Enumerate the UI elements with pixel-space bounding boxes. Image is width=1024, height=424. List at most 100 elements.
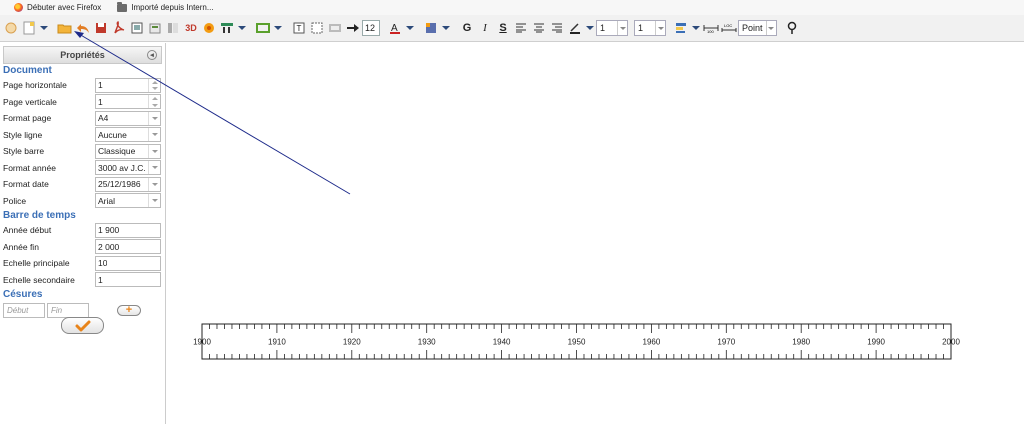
- scale-100-icon[interactable]: 100: [702, 18, 720, 38]
- line-width-spinner[interactable]: 1: [596, 20, 628, 36]
- field-value: 1: [98, 96, 103, 107]
- align-center-icon[interactable]: [530, 18, 548, 38]
- field-value: 1: [98, 80, 103, 91]
- unit-select[interactable]: Point: [738, 20, 777, 36]
- field-label: Police: [3, 195, 27, 206]
- toolbar: 3D T 12 A G I S 1 1 100 LOC Point: [0, 15, 1024, 42]
- chevron-down-icon[interactable]: [655, 21, 665, 35]
- annee-fin-input[interactable]: 2 000: [95, 239, 161, 255]
- line-width-value: 1: [600, 23, 606, 33]
- field-label: Style barre: [3, 146, 45, 157]
- chevron-down-icon[interactable]: [148, 111, 160, 125]
- spinner-icon[interactable]: [148, 95, 160, 109]
- pdf-icon[interactable]: [110, 18, 128, 38]
- chevron-down-icon[interactable]: [148, 194, 160, 208]
- scale-loc-icon[interactable]: LOC: [720, 18, 738, 38]
- echelle-secondaire-input[interactable]: 1: [95, 272, 161, 288]
- chevron-down-icon[interactable]: [148, 161, 160, 175]
- field-label: Echelle principale: [3, 258, 70, 269]
- collapse-icon[interactable]: ◂: [147, 50, 157, 60]
- page-verticale-input[interactable]: 1: [95, 94, 161, 110]
- page-horizontale-input[interactable]: 1: [95, 77, 161, 93]
- export-icon[interactable]: [146, 18, 164, 38]
- field-value: A4: [98, 113, 109, 124]
- image-icon[interactable]: [326, 18, 344, 38]
- panel-header: Propriétés ◂: [3, 46, 162, 64]
- rectangle-icon[interactable]: [308, 18, 326, 38]
- field-row: Format date 25/12/1986: [0, 176, 165, 193]
- field-label: Echelle secondaire: [3, 274, 75, 285]
- frame-dropdown[interactable]: [272, 18, 284, 38]
- police-select[interactable]: Arial: [95, 193, 161, 209]
- font-size-input[interactable]: 12: [362, 20, 380, 36]
- timeline-dropdown[interactable]: [236, 18, 248, 38]
- field-value: 1: [98, 274, 103, 285]
- print-preview-icon[interactable]: [128, 18, 146, 38]
- line-style-value: 1: [638, 23, 644, 33]
- bar-style-icon[interactable]: [672, 18, 690, 38]
- field-label: Style ligne: [3, 129, 43, 140]
- bar-style-dropdown[interactable]: [690, 18, 702, 38]
- cesures-section-title: Césures: [3, 289, 43, 300]
- fill-color-icon[interactable]: [422, 18, 440, 38]
- cesure-end-input[interactable]: Fin: [47, 302, 89, 318]
- field-value: 10: [98, 258, 108, 269]
- new-icon[interactable]: [2, 18, 20, 38]
- timeline-ruler[interactable]: 1900 1910 1920 1930 1940 1950 1960 1970 1980 1990…: [167, 43, 1024, 424]
- align-right-icon[interactable]: [548, 18, 566, 38]
- cesure-start-input[interactable]: Début: [3, 302, 45, 318]
- open-folder-icon[interactable]: [56, 18, 74, 38]
- text-color-dropdown[interactable]: [404, 18, 416, 38]
- field-row: Style ligne Aucune: [0, 127, 165, 144]
- line-color-icon[interactable]: [566, 18, 584, 38]
- chevron-down-icon[interactable]: [617, 21, 627, 35]
- tick-label: 1930: [418, 338, 436, 347]
- field-label: Format année: [3, 162, 56, 173]
- italic-icon[interactable]: I: [476, 18, 494, 38]
- bookmark-importe[interactable]: Importé depuis Intern...: [111, 0, 219, 15]
- undo-icon[interactable]: [74, 18, 92, 38]
- fill-color-dropdown[interactable]: [440, 18, 452, 38]
- chevron-down-icon[interactable]: [148, 144, 160, 158]
- new-dropdown[interactable]: [38, 18, 50, 38]
- 3d-icon[interactable]: 3D: [182, 18, 200, 38]
- shadow-icon[interactable]: [200, 18, 218, 38]
- bookmark-label: Importé depuis Intern...: [131, 3, 214, 12]
- frame-icon[interactable]: [254, 18, 272, 38]
- field-label: Année fin: [3, 241, 39, 252]
- chevron-down-icon[interactable]: [148, 128, 160, 142]
- save-icon[interactable]: [92, 18, 110, 38]
- style-ligne-select[interactable]: Aucune: [95, 127, 161, 143]
- pin-icon[interactable]: [783, 18, 801, 38]
- echelle-principale-input[interactable]: 10: [95, 255, 161, 271]
- chevron-down-icon[interactable]: [148, 177, 160, 191]
- format-date-select[interactable]: 25/12/1986: [95, 176, 161, 192]
- bold-icon[interactable]: G: [458, 18, 476, 38]
- field-label: Page horizontale: [3, 80, 67, 91]
- document-section-title: Document: [3, 65, 52, 76]
- validate-button[interactable]: [61, 317, 104, 334]
- chevron-down-icon[interactable]: [765, 21, 776, 35]
- tick-label: 1970: [717, 338, 735, 347]
- underline-icon[interactable]: S: [494, 18, 512, 38]
- add-cesure-button[interactable]: +: [117, 304, 141, 316]
- text-color-icon[interactable]: A: [386, 18, 404, 38]
- bookmark-debuter-firefox[interactable]: Débuter avec Firefox: [8, 0, 107, 15]
- style-barre-select[interactable]: Classique: [95, 143, 161, 159]
- timeline-canvas[interactable]: 1900 1910 1920 1930 1940 1950 1960 1970 1980 1990…: [167, 43, 1024, 424]
- tick-label: 1980: [792, 338, 810, 347]
- unit-value: Point: [742, 23, 763, 33]
- text-box-icon[interactable]: T: [290, 18, 308, 38]
- align-left-icon[interactable]: [512, 18, 530, 38]
- spinner-icon[interactable]: [148, 78, 160, 92]
- line-color-dropdown[interactable]: [584, 18, 596, 38]
- format-annee-select[interactable]: 3000 av J.C.: [95, 160, 161, 176]
- timeline-icon[interactable]: [218, 18, 236, 38]
- blank-page-icon[interactable]: [20, 18, 38, 38]
- line-style-spinner[interactable]: 1: [634, 20, 666, 36]
- tick-label: 1920: [343, 338, 361, 347]
- layout-icon[interactable]: [164, 18, 182, 38]
- annee-debut-input[interactable]: 1 900: [95, 222, 161, 238]
- arrow-right-icon[interactable]: [344, 18, 362, 38]
- format-page-select[interactable]: A4: [95, 110, 161, 126]
